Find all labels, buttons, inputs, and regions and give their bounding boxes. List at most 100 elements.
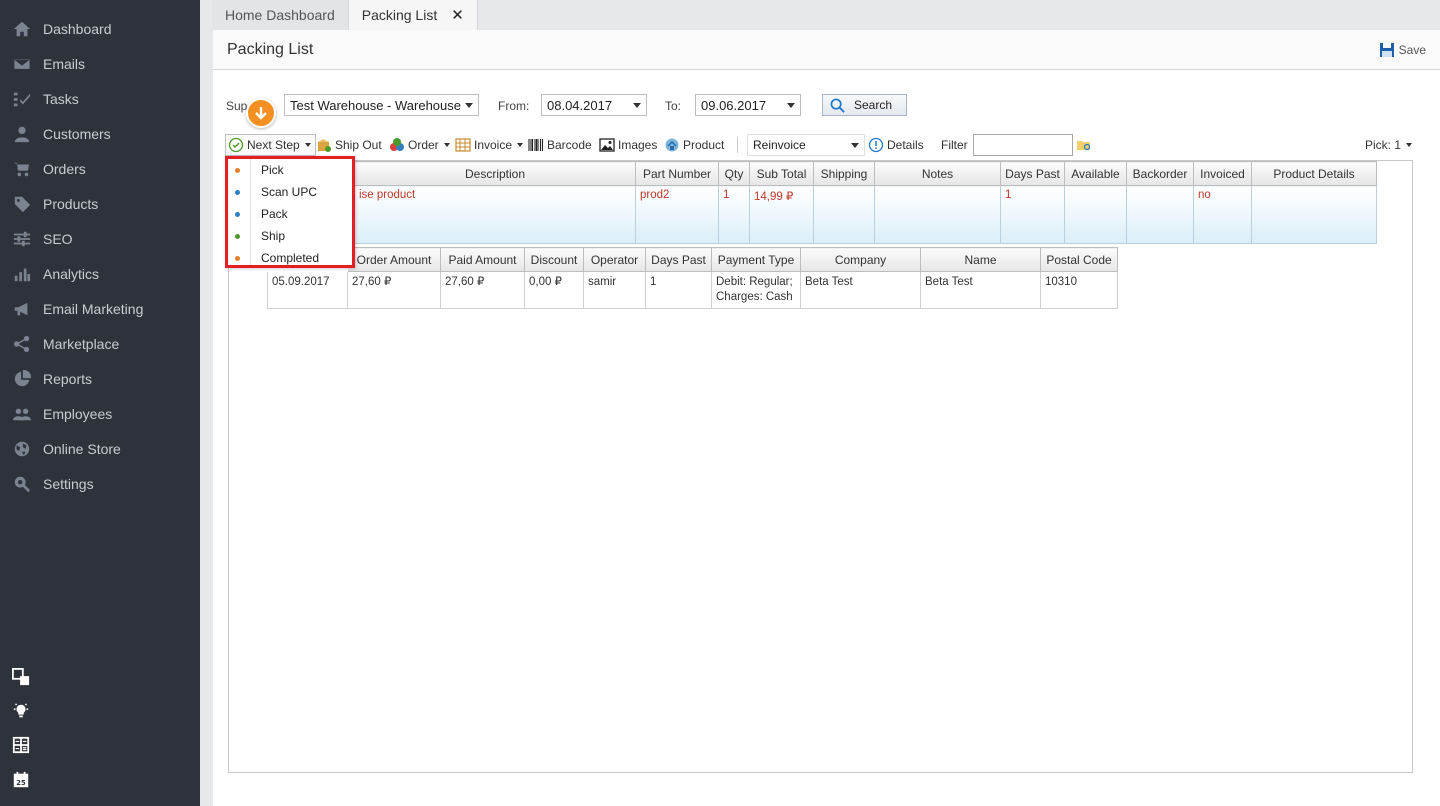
sidebar-item-tasks[interactable]: Tasks: [0, 81, 200, 116]
next-step-button[interactable]: Next Step: [225, 134, 316, 156]
sidebar-item-emails[interactable]: Emails: [0, 46, 200, 81]
ship-out-button[interactable]: Ship Out: [316, 134, 382, 156]
filter-input[interactable]: [973, 134, 1073, 156]
detail-table: Order Amount Paid Amount Discount Operat…: [267, 247, 1118, 309]
table-row[interactable]: ise product prod2 1 14,99 ₽ 1 no: [354, 185, 1377, 244]
col-available[interactable]: Available: [1064, 161, 1127, 186]
save-label: Save: [1398, 43, 1426, 57]
menu-item-label: Ship: [261, 229, 286, 243]
status-dot: [235, 167, 240, 173]
search-icon: [830, 98, 845, 113]
image-icon: [599, 138, 615, 152]
pick-selector[interactable]: Pick: 1: [1365, 134, 1413, 156]
product-button[interactable]: Product: [664, 134, 724, 156]
save-button[interactable]: Save: [1379, 42, 1426, 58]
details-button[interactable]: Details: [868, 134, 924, 156]
order-button[interactable]: Order: [389, 134, 450, 156]
col-notes[interactable]: Notes: [874, 161, 1001, 186]
detail-header-row: Order Amount Paid Amount Discount Operat…: [267, 247, 1118, 272]
envelope-icon: [12, 54, 32, 74]
windows-icon[interactable]: [12, 668, 32, 688]
images-button[interactable]: Images: [599, 134, 657, 156]
sidebar-item-marketplace[interactable]: Marketplace: [0, 326, 200, 361]
sidebar-item-label: Dashboard: [43, 20, 112, 37]
col-paid-amount[interactable]: Paid Amount: [440, 247, 525, 272]
search-label: Search: [854, 98, 893, 112]
master-table: Description Part Number Qty Sub Total Sh…: [354, 161, 1377, 244]
sidebar-item-seo[interactable]: SEO: [0, 221, 200, 256]
ship-out-icon: [318, 139, 331, 152]
sidebar-item-customers[interactable]: Customers: [0, 116, 200, 151]
table-row[interactable]: 05.09.2017 27,60 ₽ 27,60 ₽ 0,00 ₽ samir …: [267, 271, 1118, 309]
col-company[interactable]: Company: [800, 247, 921, 272]
sidebar-item-online-store[interactable]: Online Store: [0, 431, 200, 466]
sidebar-item-analytics[interactable]: Analytics: [0, 256, 200, 291]
menu-item-label: Scan UPC: [261, 185, 318, 199]
invoice-button[interactable]: Invoice: [455, 134, 524, 156]
supplier-label: Sup: [226, 99, 248, 113]
col-sub-total[interactable]: Sub Total: [749, 161, 814, 186]
cell-qty: 1: [718, 185, 750, 244]
sidebar-item-label: Marketplace: [43, 335, 120, 352]
sidebar-item-label: Settings: [43, 475, 94, 492]
search-button[interactable]: Search: [822, 94, 907, 116]
menu-item-completed[interactable]: Completed: [228, 247, 352, 269]
from-date-picker[interactable]: 08.04.2017: [541, 94, 647, 116]
cell-backorder: [1126, 185, 1194, 244]
cell-product-details: [1251, 185, 1377, 244]
col-qty[interactable]: Qty: [718, 161, 750, 186]
sidebar-item-email-marketing[interactable]: Email Marketing: [0, 291, 200, 326]
col-shipping[interactable]: Shipping: [813, 161, 875, 186]
tab-home-dashboard[interactable]: Home Dashboard: [212, 0, 349, 30]
details-label: Details: [887, 138, 924, 152]
col-name[interactable]: Name: [920, 247, 1041, 272]
barcode-button[interactable]: Barcode: [528, 134, 592, 156]
col-days-past[interactable]: Days Past: [1000, 161, 1065, 186]
col-invoiced[interactable]: Invoiced: [1193, 161, 1252, 186]
sidebar-item-settings[interactable]: Settings: [0, 466, 200, 501]
menu-item-ship[interactable]: Ship: [228, 225, 352, 247]
reinvoice-select[interactable]: Reinvoice: [747, 134, 865, 156]
cell-order-amount: 27,60 ₽: [347, 271, 441, 309]
bar-chart-icon: [12, 264, 32, 284]
lightbulb-icon[interactable]: [12, 702, 32, 722]
main-area: Home Dashboard Packing List ✕ Packing Lis…: [200, 0, 1440, 806]
col-payment-type[interactable]: Payment Type: [711, 247, 801, 272]
menu-item-label: Pack: [261, 207, 288, 221]
sidebar-item-reports[interactable]: Reports: [0, 361, 200, 396]
col-backorder[interactable]: Backorder: [1126, 161, 1194, 186]
menu-item-pack[interactable]: Pack: [228, 203, 352, 225]
chevron-down-icon: [517, 143, 524, 147]
sidebar-item-dashboard[interactable]: Dashboard: [0, 11, 200, 46]
to-date-picker[interactable]: 09.06.2017: [695, 94, 801, 116]
tag-icon: [12, 194, 32, 214]
ship-out-label: Ship Out: [335, 138, 382, 152]
col-description[interactable]: Description: [354, 161, 636, 186]
calculator-icon[interactable]: [12, 736, 32, 756]
cell-paid-amount: 27,60 ₽: [440, 271, 525, 309]
sidebar-item-employees[interactable]: Employees: [0, 396, 200, 431]
status-dot: [235, 233, 240, 239]
invoice-label: Invoice: [474, 138, 513, 152]
col-days-past[interactable]: Days Past: [645, 247, 712, 272]
close-icon[interactable]: ✕: [451, 6, 464, 24]
tab-packing-list[interactable]: Packing List ✕: [348, 0, 478, 30]
chevron-down-icon: [633, 103, 641, 108]
calendar-icon[interactable]: 25: [12, 771, 32, 791]
col-product-details[interactable]: Product Details: [1251, 161, 1377, 186]
col-postal-code[interactable]: Postal Code: [1040, 247, 1118, 272]
col-discount[interactable]: Discount: [524, 247, 584, 272]
col-order-amount[interactable]: Order Amount: [347, 247, 441, 272]
info-icon: [868, 137, 884, 153]
menu-item-pick[interactable]: Pick: [228, 159, 352, 181]
sidebar-item-orders[interactable]: Orders: [0, 151, 200, 186]
supplier-select[interactable]: Test Warehouse - Warehouse: [284, 94, 479, 116]
menu-item-scan-upc[interactable]: Scan UPC: [228, 181, 352, 203]
col-part-number[interactable]: Part Number: [635, 161, 719, 186]
filter-folder-button[interactable]: [1076, 134, 1095, 156]
chevron-down-icon: [787, 103, 795, 108]
tasks-icon: [12, 89, 32, 109]
col-operator[interactable]: Operator: [583, 247, 646, 272]
next-step-menu: Pick Scan UPC Pack Ship Completed: [225, 156, 355, 268]
sidebar-item-products[interactable]: Products: [0, 186, 200, 221]
